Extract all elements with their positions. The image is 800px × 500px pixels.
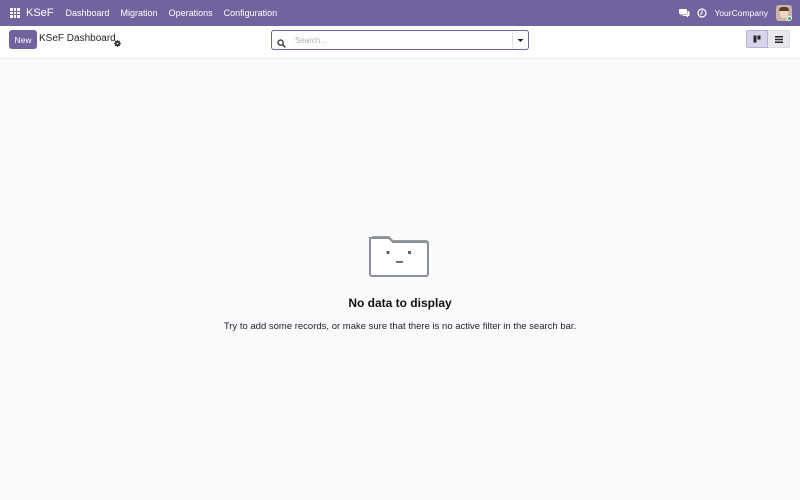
apps-icon[interactable] [10, 8, 20, 18]
empty-state-title: No data to display [348, 296, 452, 310]
list-icon [774, 35, 783, 43]
chat-icon[interactable] [679, 8, 690, 19]
menu-item-dashboard[interactable]: Dashboard [66, 8, 110, 18]
user-avatar[interactable] [776, 5, 792, 21]
app-brand[interactable]: KSeF [26, 7, 54, 19]
menu-item-operations[interactable]: Operations [169, 8, 213, 18]
search-icon [277, 36, 286, 48]
control-panel: New KSeF Dashboard [0, 26, 800, 59]
caret-down-icon [517, 38, 524, 42]
main-navbar: KSeF Dashboard Migration Operations Conf… [0, 0, 800, 26]
new-button[interactable]: New [9, 30, 37, 49]
search-input[interactable] [295, 31, 512, 49]
empty-state-description: Try to add some records, or make sure th… [223, 321, 577, 332]
company-switcher[interactable]: YourCompany [714, 8, 768, 18]
navbar-systray: YourCompany [679, 0, 800, 26]
list-view-button[interactable] [768, 30, 790, 48]
menu-item-configuration[interactable]: Configuration [224, 8, 278, 18]
menu-item-migration[interactable]: Migration [121, 8, 158, 18]
kanban-view-button[interactable] [746, 30, 768, 48]
empty-folder-icon [368, 231, 432, 279]
kanban-icon [753, 35, 761, 43]
clock-icon[interactable] [696, 8, 707, 19]
online-status-badge [787, 16, 792, 21]
top-menu: Dashboard Migration Operations Configura… [66, 8, 289, 18]
page-title: KSeF Dashboard [39, 33, 116, 44]
search-options-toggle[interactable] [512, 31, 528, 49]
empty-state: No data to display Try to add some recor… [0, 59, 800, 500]
gear-icon[interactable] [114, 35, 121, 47]
search-bar [271, 30, 529, 50]
view-switcher [746, 30, 790, 48]
